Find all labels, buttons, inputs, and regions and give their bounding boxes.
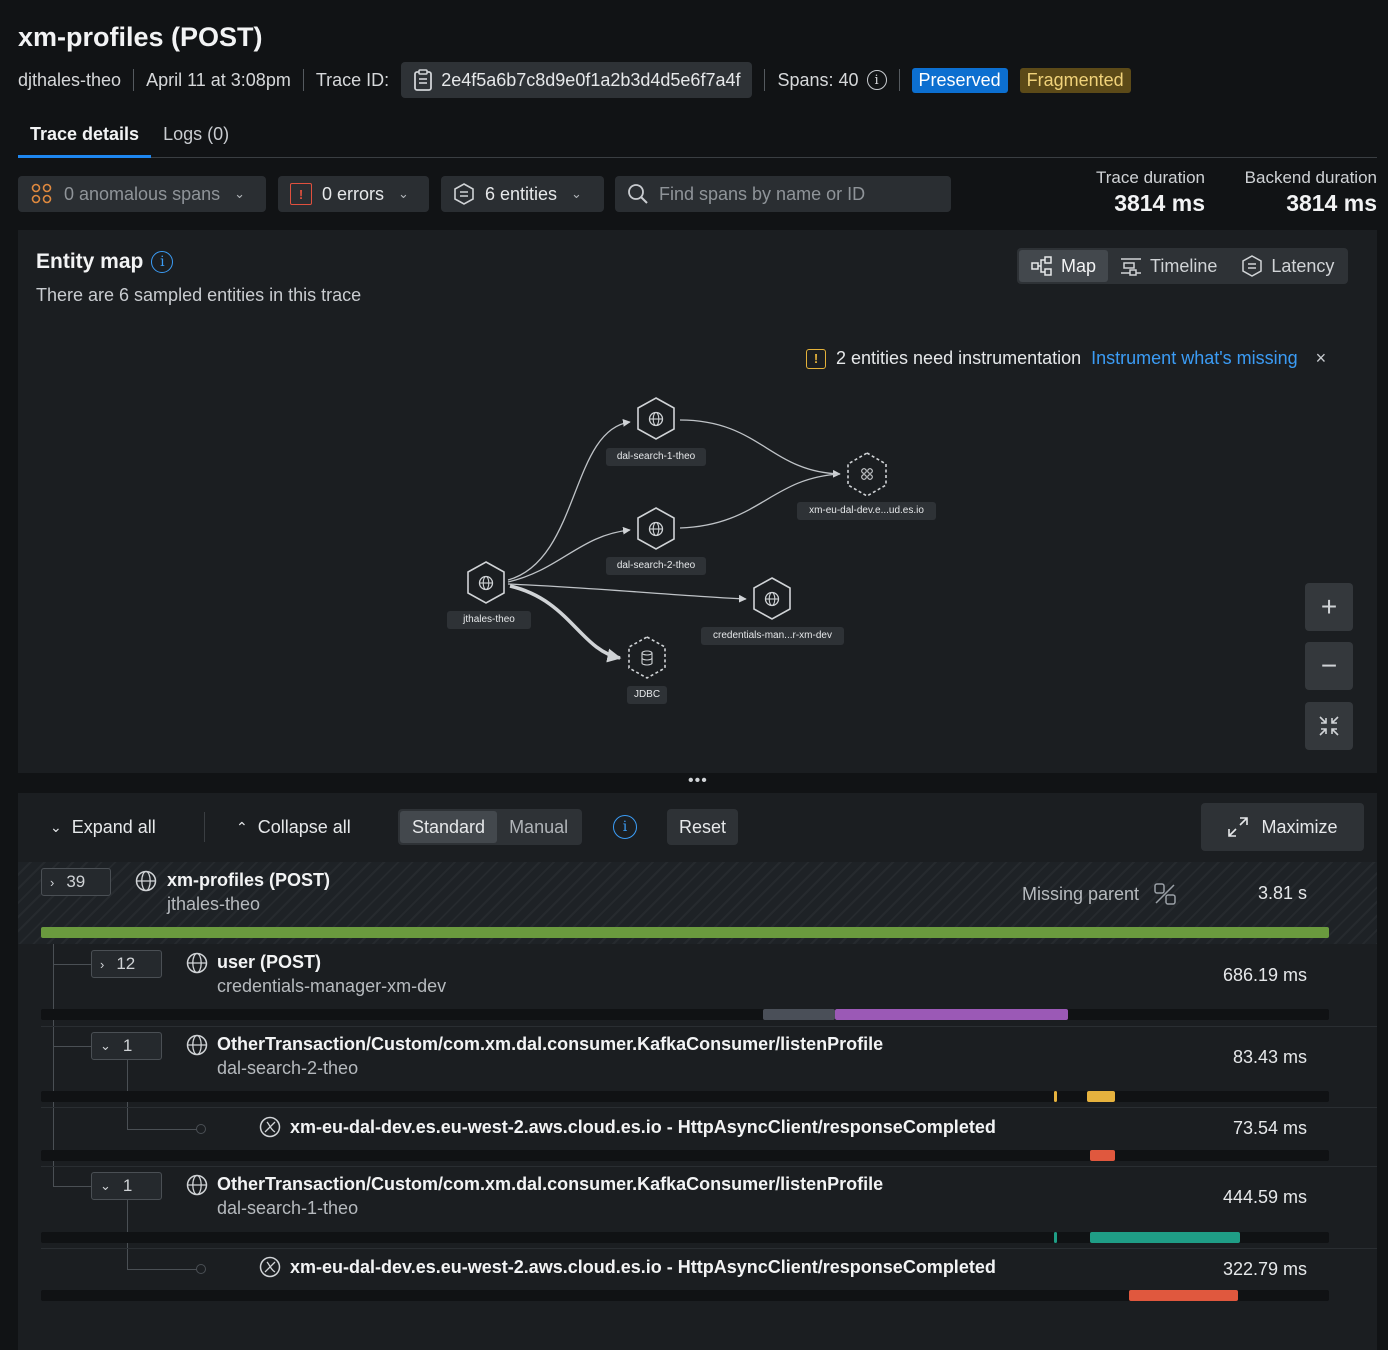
span-bar-tick	[1054, 1232, 1057, 1243]
zoom-in-button[interactable]: +	[1305, 583, 1353, 631]
node-label: xm-eu-dal-dev.e...ud.es.io	[809, 505, 924, 516]
external-service-icon	[259, 1116, 281, 1138]
span-duration: 73.54 ms	[1232, 1118, 1307, 1138]
expand-all-button[interactable]: ⌄ Expand all	[50, 810, 156, 844]
span-duration: 83.43 ms	[1232, 1047, 1307, 1067]
chevron-right-icon: ›	[50, 874, 55, 890]
tree-line	[53, 1046, 91, 1047]
info-icon[interactable]: i	[613, 815, 637, 839]
span-duration: 444.59 ms	[1222, 1187, 1307, 1207]
tree-line	[53, 1186, 91, 1187]
node-label: JDBC	[633, 689, 661, 700]
collapse-all-label: Collapse all	[257, 816, 351, 837]
span-duration: 686.19 ms	[1222, 965, 1307, 985]
span-entity: jthales-theo	[167, 894, 261, 914]
maximize-icon	[1228, 817, 1249, 837]
child-count: 1	[122, 1176, 133, 1195]
maximize-button[interactable]: Maximize	[1201, 803, 1364, 851]
span-expand-toggle[interactable]: ⌄ 1	[91, 1172, 162, 1200]
span-bar	[1087, 1091, 1115, 1102]
span-bar-track	[41, 1009, 1329, 1020]
chevron-right-icon: ›	[100, 956, 105, 972]
span-bar	[1090, 1150, 1115, 1161]
mode-standard-button[interactable]: Standard	[400, 811, 498, 843]
span-expand-toggle[interactable]: ⌄ 1	[91, 1032, 162, 1060]
span-bar-track	[41, 1150, 1329, 1161]
span-entity: credentials-manager-xm-dev	[217, 976, 447, 996]
span-name[interactable]: xm-eu-dal-dev.es.eu-west-2.aws.cloud.es.…	[290, 1257, 996, 1278]
span-expand-toggle[interactable]: › 12	[91, 950, 162, 978]
mode-manual-button[interactable]: Manual	[497, 811, 580, 843]
fit-view-button[interactable]	[1305, 702, 1353, 750]
zoom-out-button[interactable]: −	[1305, 642, 1353, 690]
row-divider	[41, 1107, 1377, 1108]
tree-line	[127, 1269, 197, 1270]
node-label: dal-search-1-theo	[616, 451, 696, 462]
row-divider	[41, 1248, 1377, 1249]
span-bar-track	[41, 1232, 1329, 1243]
edge	[507, 583, 747, 603]
globe-icon	[186, 1174, 208, 1196]
chevron-down-icon: ⌄	[100, 1038, 111, 1053]
divider	[204, 812, 205, 842]
span-name[interactable]: user (POST)	[217, 952, 321, 973]
entity-graph	[447, 397, 936, 704]
chevron-down-icon: ⌄	[50, 818, 62, 835]
edge	[679, 419, 841, 478]
globe-icon	[186, 1034, 208, 1056]
expand-all-label: Expand all	[71, 816, 156, 837]
span-name[interactable]: xm-eu-dal-dev.es.eu-west-2.aws.cloud.es.…	[290, 1117, 996, 1138]
span-bar-track	[41, 1290, 1329, 1301]
missing-parent-label: Missing parent	[1022, 883, 1140, 904]
layout-mode-toggle: Standard Manual	[398, 809, 583, 845]
span-name: xm-profiles (POST)	[167, 870, 331, 890]
span-entity: dal-search-2-theo	[217, 1058, 359, 1078]
maximize-label: Maximize	[1261, 816, 1338, 837]
leaf-node-marker	[196, 1124, 206, 1134]
reset-button[interactable]: Reset	[667, 809, 739, 845]
span-bar	[1129, 1290, 1238, 1301]
node-label: credentials-man...r-xm-dev	[713, 630, 832, 641]
span-bar-tick	[1054, 1091, 1057, 1102]
row-divider	[41, 1026, 1377, 1027]
node-label: jthales-theo	[463, 614, 515, 625]
span-duration: 322.79 ms	[1222, 1259, 1307, 1279]
resize-handle[interactable]: •••	[688, 772, 708, 790]
chevron-down-icon: ⌄	[100, 1178, 111, 1193]
node-label: dal-search-2-theo	[616, 560, 696, 571]
child-count: 1	[122, 1036, 133, 1055]
child-count: 39	[66, 872, 86, 891]
tree-line	[53, 964, 91, 965]
span-bar	[1090, 1232, 1240, 1243]
leaf-node-marker	[196, 1264, 206, 1274]
tree-line	[127, 1129, 197, 1130]
chevron-up-icon: ⌃	[236, 818, 248, 835]
edge	[507, 419, 631, 581]
row-divider	[41, 1166, 1377, 1167]
span-name[interactable]: OtherTransaction/Custom/com.xm.dal.consu…	[217, 1034, 883, 1055]
collapse-arrows-icon	[1319, 716, 1339, 736]
span-bar-wait	[763, 1009, 835, 1020]
span-bar-track	[41, 1091, 1329, 1102]
globe-icon	[135, 870, 157, 892]
span-bar-root	[41, 927, 1329, 938]
globe-icon	[186, 952, 208, 974]
external-service-icon	[259, 1256, 281, 1278]
collapse-all-button[interactable]: ⌃ Collapse all	[236, 810, 351, 844]
span-entity: dal-search-1-theo	[217, 1198, 359, 1218]
span-bar	[835, 1009, 1068, 1020]
span-duration: 3.81 s	[1257, 883, 1307, 903]
span-name[interactable]: OtherTransaction/Custom/com.xm.dal.consu…	[217, 1174, 883, 1195]
span-expand-toggle[interactable]: › 39	[41, 868, 111, 896]
child-count: 12	[116, 954, 136, 973]
